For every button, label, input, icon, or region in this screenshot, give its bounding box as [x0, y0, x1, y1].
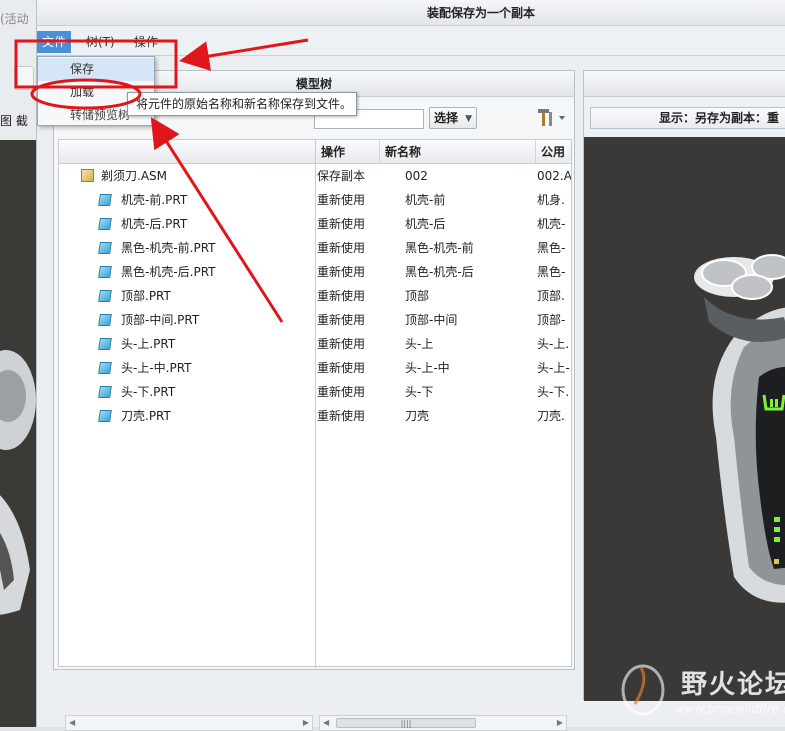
annotation-overlay — [14, 38, 309, 323]
annotation-arrow — [150, 116, 284, 323]
annotation-arrow — [179, 38, 309, 71]
annotation-highlight-ellipse — [30, 78, 142, 110]
